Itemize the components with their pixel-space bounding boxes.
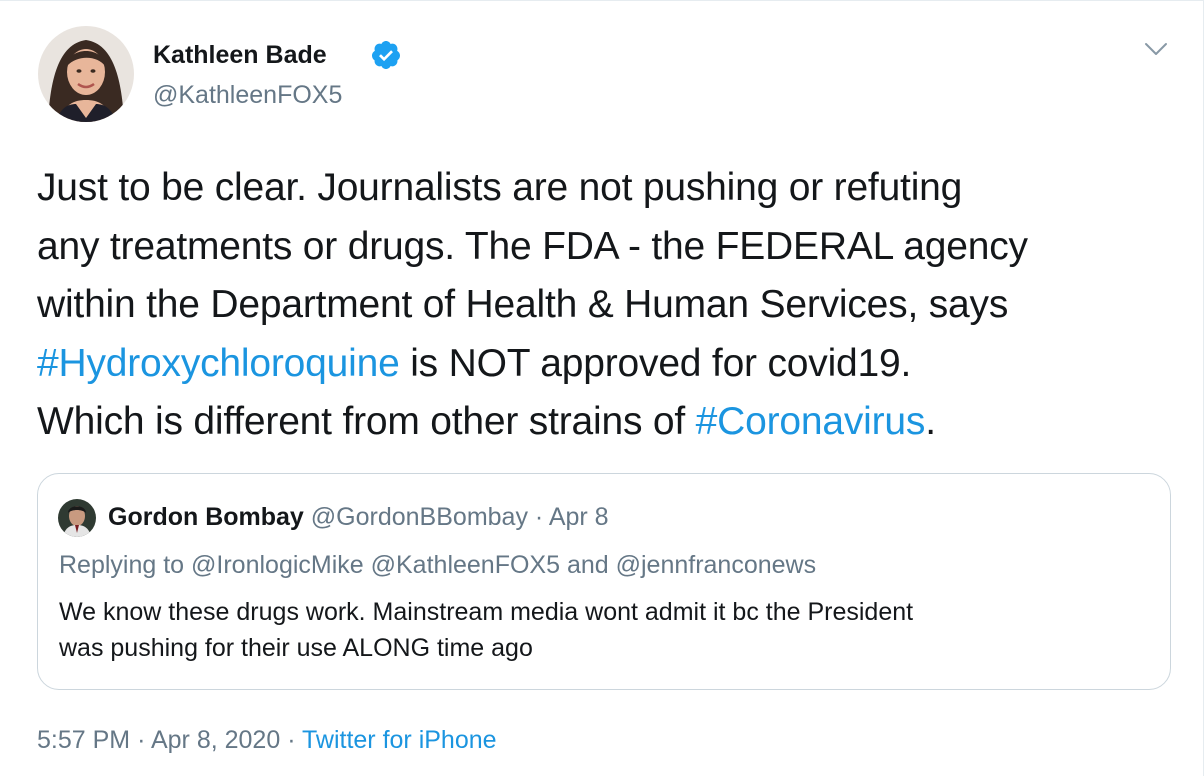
quoted-tweet[interactable]: Gordon Bombay @GordonBBombay · Apr 8 Rep… (37, 473, 1171, 690)
author-name[interactable]: Kathleen Bade (153, 39, 327, 71)
meta-separator: · (137, 726, 146, 754)
quoted-author-name[interactable]: Gordon Bombay (108, 503, 304, 531)
tweet-text-line: within the Department of Health & Human … (37, 276, 1177, 335)
tweet-text-segment: any treatments or drugs. The FDA - the F… (37, 224, 1028, 268)
tweet-time[interactable]: 5:57 PM (37, 726, 130, 754)
replying-to-mentions[interactable]: @IronlogicMike @KathleenFOX5 and @jennfr… (191, 551, 816, 579)
quoted-tweet-text: We know these drugs work. Mainstream med… (59, 594, 913, 666)
author-handle[interactable]: @KathleenFOX5 (153, 79, 342, 111)
tweet-text-line: Which is different from other strains of… (37, 393, 1177, 452)
meta-separator: · (287, 726, 296, 754)
quoted-author-handle[interactable]: @GordonBBombay (311, 503, 528, 531)
quoted-author-avatar[interactable] (58, 499, 96, 537)
tweet-text-segment: . (925, 400, 936, 443)
tweet-source-link[interactable]: Twitter for iPhone (302, 726, 497, 754)
tweet-card: Kathleen Bade @KathleenFOX5 Just to be c… (0, 0, 1204, 776)
tweet-text-segment: within the Department of Health & Human … (37, 283, 1009, 326)
quoted-date[interactable]: Apr 8 (549, 503, 609, 531)
quoted-text-line: was pushing for their use ALONG time ago (59, 634, 533, 662)
tweet-text-line: any treatments or drugs. The FDA - the F… (37, 218, 1177, 277)
tweet-meta: 5:57 PM · Apr 8, 2020 · Twitter for iPho… (37, 723, 497, 757)
verified-badge-icon (370, 39, 402, 71)
header-separator: · (534, 503, 544, 531)
tweet-text: Just to be clear. Journalists are not pu… (37, 159, 1177, 452)
quoted-header: Gordon Bombay @GordonBBombay · Apr 8 (108, 500, 609, 534)
hashtag-link[interactable]: #Hydroxychloroquine (37, 342, 400, 385)
tweet-text-line: Just to be clear. Journalists are not pu… (37, 159, 1177, 218)
tweet-date[interactable]: Apr 8, 2020 (151, 726, 280, 754)
chevron-down-icon[interactable] (1142, 35, 1170, 63)
hashtag-link[interactable]: #Coronavirus (696, 400, 926, 443)
replying-prefix: Replying to (59, 551, 185, 579)
author-avatar[interactable] (38, 26, 134, 122)
quoted-text-line: We know these drugs work. Mainstream med… (59, 598, 914, 626)
replying-to-line: Replying to @IronlogicMike @KathleenFOX5… (59, 548, 816, 582)
tweet-text-segment: is NOT approved for covid19. (399, 341, 912, 385)
tweet-text-segment: Which is different from other strains of (37, 400, 696, 443)
tweet-text-segment: Just to be clear. Journalists are not pu… (37, 166, 963, 209)
tweet-text-line: #Hydroxychloroquine is NOT approved for … (37, 335, 1177, 394)
